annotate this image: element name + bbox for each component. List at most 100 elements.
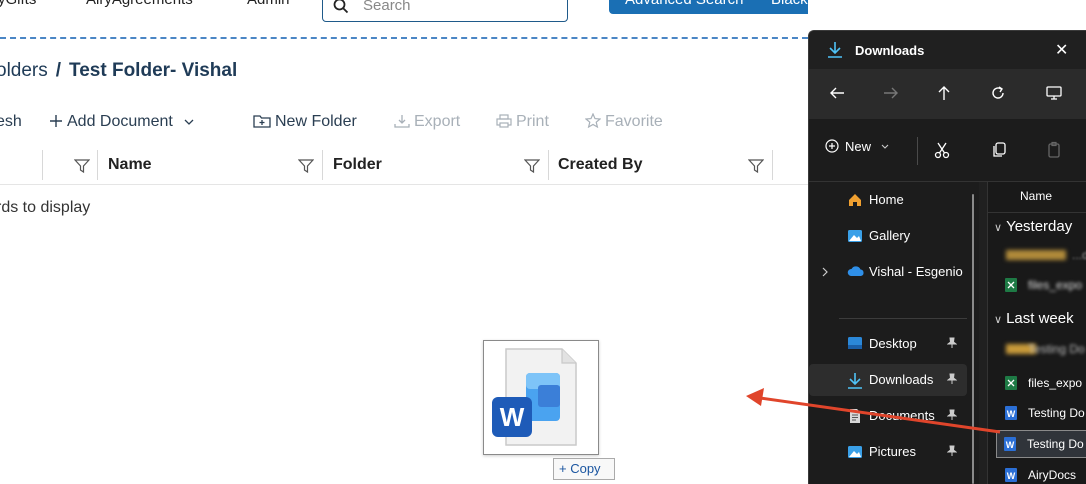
refresh-button[interactable]: esh xyxy=(0,113,22,131)
nav-item-admin[interactable]: Admin xyxy=(247,0,290,8)
search-icon xyxy=(333,0,349,14)
excel-file-icon xyxy=(1005,278,1017,292)
cut-icon[interactable] xyxy=(933,141,951,159)
this-pc-icon[interactable] xyxy=(1045,84,1063,102)
sidebar-item-home[interactable]: Home xyxy=(809,184,967,216)
plus-circle-icon xyxy=(825,139,839,153)
file-item-selected[interactable]: W Testing Do xyxy=(996,430,1086,458)
copy-label: + Copy xyxy=(559,461,601,476)
file-name: files_expo xyxy=(1028,278,1083,292)
breadcrumb-parent[interactable]: olders xyxy=(0,60,48,81)
filter-icon[interactable] xyxy=(74,158,90,174)
favorite-label: Favorite xyxy=(605,113,663,130)
chevron-right-icon[interactable] xyxy=(821,267,829,277)
onedrive-cloud-icon xyxy=(847,266,864,276)
documents-folder-icon xyxy=(850,409,860,423)
search-input[interactable]: Search xyxy=(322,0,568,22)
chevron-down-icon xyxy=(881,144,889,149)
column-header-folder[interactable]: Folder xyxy=(333,156,382,174)
forward-arrow-icon[interactable] xyxy=(883,86,899,100)
close-tab-button[interactable]: ✕ xyxy=(1055,40,1068,60)
sidebar-item-documents[interactable]: Documents xyxy=(809,400,967,432)
column-header-name[interactable]: Name xyxy=(108,156,152,174)
excel-file-icon xyxy=(1005,376,1017,390)
file-name: Testing Do xyxy=(1028,406,1085,420)
file-item[interactable]: ...do xyxy=(998,242,1086,268)
export-icon xyxy=(394,115,410,128)
add-document-button[interactable]: Add Document xyxy=(49,113,199,131)
explorer-file-list: Name ∨Yesterday ...do files_expo ∨Last w… xyxy=(987,182,1086,484)
file-item[interactable]: W Testing Do xyxy=(998,400,1086,426)
file-name: Testing Do xyxy=(1027,437,1084,451)
file-item[interactable]: Testing Do xyxy=(998,336,1086,362)
redacted-file-name xyxy=(1006,250,1066,260)
explorer-title: Downloads xyxy=(855,43,925,58)
export-button[interactable]: Export xyxy=(394,113,460,131)
explorer-nav-bar xyxy=(809,69,1086,119)
file-item[interactable]: files_expo xyxy=(998,370,1086,396)
back-arrow-icon[interactable] xyxy=(829,86,845,100)
sidebar-label-onedrive: Vishal - Esgenio xyxy=(869,264,963,279)
breadcrumb: olders / Test Folder- Vishal xyxy=(0,60,237,82)
file-name: AiryDocs xyxy=(1028,468,1077,482)
group-header-last-week[interactable]: ∨ Last week xyxy=(994,310,1074,327)
column-separator[interactable] xyxy=(97,150,98,180)
up-arrow-icon[interactable] xyxy=(937,85,951,101)
column-separator[interactable] xyxy=(322,150,323,180)
column-header-name[interactable]: Name xyxy=(988,182,1086,213)
top-navigation: yGifts AiryAgreements Admin Search Advan… xyxy=(0,0,808,26)
sidebar-item-pictures[interactable]: Pictures xyxy=(809,436,967,468)
nav-item-agreements[interactable]: AiryAgreements xyxy=(86,0,193,8)
new-button[interactable]: New xyxy=(825,139,889,154)
copy-drop-badge: + Copy xyxy=(553,458,615,480)
print-button[interactable]: Print xyxy=(496,113,549,131)
pin-icon[interactable] xyxy=(946,409,958,424)
navigation-pane-scrollbar[interactable] xyxy=(972,194,974,484)
new-folder-button[interactable]: New Folder xyxy=(253,113,357,131)
column-separator[interactable] xyxy=(548,150,549,180)
tenant-label: Blackbaud-New xyxy=(771,0,808,8)
new-label: New xyxy=(845,139,872,154)
column-separator[interactable] xyxy=(42,150,43,180)
pictures-folder-icon xyxy=(848,446,862,458)
paste-icon[interactable] xyxy=(1045,141,1063,159)
filter-icon[interactable] xyxy=(524,158,540,174)
column-separator[interactable] xyxy=(772,150,773,180)
group-label-last-week: Last week xyxy=(1006,310,1074,327)
sidebar-label-documents: Documents xyxy=(869,408,935,423)
file-name: files_expo xyxy=(1028,376,1083,390)
breadcrumb-separator: / xyxy=(55,60,62,81)
sidebar-label-pictures: Pictures xyxy=(869,444,916,459)
toolbar-divider xyxy=(917,137,918,165)
svg-text:W: W xyxy=(1007,471,1016,481)
pin-icon[interactable] xyxy=(946,337,958,352)
file-item[interactable]: files_expo xyxy=(998,272,1086,298)
pin-icon[interactable] xyxy=(946,445,958,460)
column-header-name-label: Name xyxy=(1020,189,1053,203)
column-header-created-by[interactable]: Created By xyxy=(558,156,642,174)
refresh-label: esh xyxy=(0,113,22,130)
sidebar-item-downloads[interactable]: Downloads xyxy=(809,364,967,396)
sidebar-item-onedrive[interactable]: Vishal - Esgenio xyxy=(809,256,967,288)
word-file-icon: W xyxy=(1005,468,1017,482)
home-icon xyxy=(849,194,861,206)
filter-icon[interactable] xyxy=(748,158,764,174)
word-document-icon: W xyxy=(492,348,577,446)
sidebar-label-downloads: Downloads xyxy=(869,372,934,387)
filter-icon[interactable] xyxy=(298,158,314,174)
group-header-yesterday[interactable]: ∨ Yesterday xyxy=(994,218,1072,235)
advanced-search-button[interactable]: Advanced Search Blackbaud-New xyxy=(609,0,808,14)
sidebar-item-desktop[interactable]: Desktop xyxy=(809,328,967,360)
refresh-icon[interactable] xyxy=(990,85,1006,101)
explorer-navigation-pane: Home Gallery Vishal - Esgenio Desktop Do… xyxy=(809,182,979,484)
header-divider xyxy=(0,37,808,39)
file-item[interactable]: W AiryDocs xyxy=(998,462,1086,484)
copy-icon[interactable] xyxy=(990,141,1008,159)
sidebar-label-desktop: Desktop xyxy=(869,336,917,351)
plus-icon xyxy=(50,115,62,127)
pin-icon[interactable] xyxy=(946,373,958,388)
sidebar-label-home: Home xyxy=(869,192,904,207)
favorite-button[interactable]: Favorite xyxy=(584,112,663,131)
sidebar-item-gallery[interactable]: Gallery xyxy=(809,220,967,252)
nav-item-gifts[interactable]: yGifts xyxy=(0,0,36,8)
